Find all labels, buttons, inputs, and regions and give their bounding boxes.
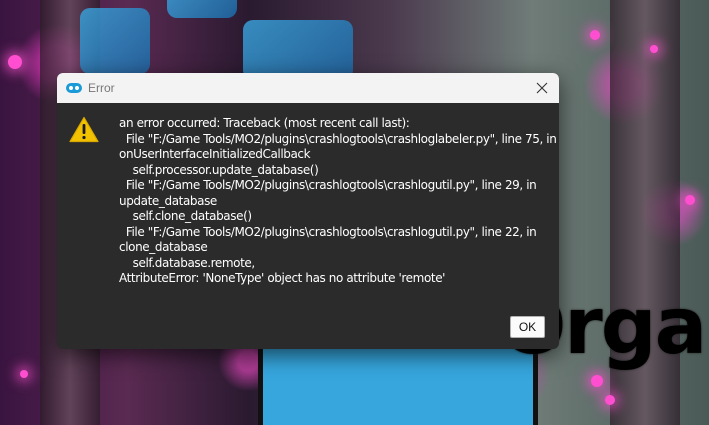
message-line: self.database.remote,: [119, 255, 256, 270]
glow-orb: [8, 55, 22, 69]
background-tile: [80, 8, 150, 74]
ok-button[interactable]: OK: [510, 316, 545, 338]
message-line: onUserInterfaceInitializedCallback: [119, 147, 311, 161]
message-line: File "F:/Game Tools/MO2/plugins\crashlog…: [119, 178, 537, 192]
warning-triangle-icon: [69, 116, 99, 143]
message-line: update_database: [119, 193, 217, 208]
background-tile: [167, 0, 237, 18]
message-line: AttributeError: 'NoneType' object has no…: [119, 271, 446, 285]
glow-orb: [650, 45, 658, 53]
dialog-titlebar[interactable]: Error: [57, 73, 559, 103]
glow-orb: [590, 30, 600, 40]
error-dialog: Error an error occurred: Traceback (most…: [57, 73, 559, 349]
glow-orb: [591, 375, 603, 387]
close-button[interactable]: [525, 73, 559, 103]
message-line: self.processor.update_database(): [119, 162, 319, 177]
glow-orb: [605, 395, 615, 405]
message-line: clone_database: [119, 240, 208, 254]
mo2-app-icon: [66, 83, 82, 93]
background-logo-box: [258, 340, 538, 425]
message-line: File "F:/Game Tools/MO2/plugins\crashlog…: [119, 131, 557, 146]
glow-orb: [685, 195, 695, 205]
message-line: an error occurred: Traceback (most recen…: [119, 116, 410, 130]
error-message: an error occurred: Traceback (most recen…: [119, 116, 557, 287]
dialog-title: Error: [88, 81, 115, 95]
glow-orb: [20, 370, 28, 378]
background-tile: [243, 20, 353, 80]
message-line: self.clone_database(): [119, 209, 252, 223]
message-line: File "F:/Game Tools/MO2/plugins\crashlog…: [119, 224, 537, 239]
close-icon: [536, 82, 548, 94]
